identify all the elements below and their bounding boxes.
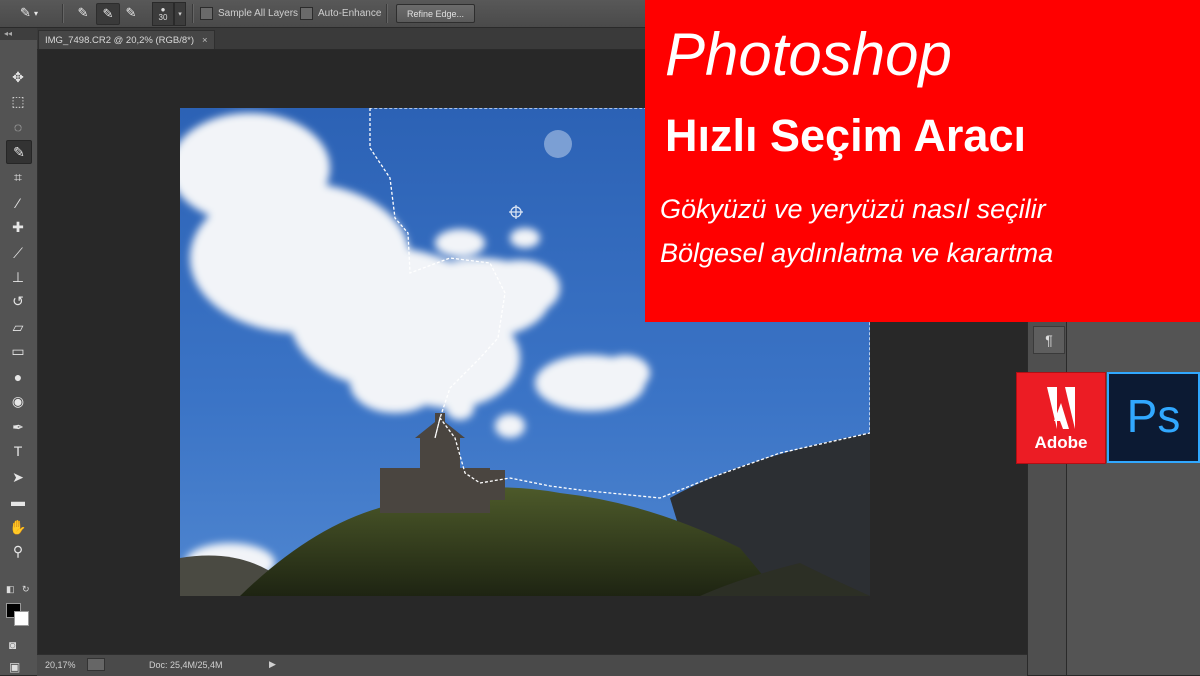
auto-enhance-label: Auto-Enhance [318,7,382,19]
document-tab-title: IMG_7498.CR2 @ 20,2% (RGB/8*) [45,34,195,46]
chevron-down-icon: ▾ [33,8,38,18]
sample-all-layers-checkbox[interactable] [200,6,213,20]
healing-brush-tool[interactable]: ✚ [6,216,30,238]
quick-selection-tool[interactable]: ✎ [6,140,32,164]
type-tool[interactable]: T [6,440,30,462]
lasso-icon: ◌ [13,119,23,135]
shape-tool[interactable]: ▬ [6,490,30,512]
banner-subtitle-line2: Bölgesel aydınlatma ve karartma [660,238,1054,268]
eraser-tool[interactable]: ▱ [6,316,30,338]
healing-brush-icon: ✚ [12,218,24,235]
quick-selection-icon: ✎ [13,143,25,160]
add-to-selection-icon: ✎ [102,6,114,21]
status-bar: 20,17% Doc: 25,4M/25,4M ▶ [37,654,1027,676]
add-to-selection-button[interactable]: ✎ [96,3,120,25]
gradient-icon: ▭ [11,342,25,359]
banner-title-line2: Hızlı Seçim Aracı [665,110,1026,161]
brush-size-picker[interactable]: ● 30 [152,2,174,26]
move-tool[interactable]: ✥ [6,66,30,88]
lasso-tool[interactable]: ◌ [6,116,30,138]
pen-tool[interactable]: ✒ [6,416,30,438]
subtract-from-selection-icon: ✎ [125,5,137,20]
title-banner: Photoshop Hızlı Seçim Aracı Gökyüzü ve y… [645,0,1200,322]
chevron-down-icon: ▾ [178,11,182,18]
pen-icon: ✒ [12,418,24,435]
hand-icon: ✋ [9,518,27,535]
sample-all-layers-option[interactable]: Sample All Layers [200,3,298,23]
brush-tool[interactable]: ⟋ [6,242,30,264]
paragraph-panel-button[interactable]: ¶ [1033,326,1065,354]
document-tab[interactable]: IMG_7498.CR2 @ 20,2% (RGB/8*) × [38,30,215,49]
adobe-a-icon [1047,387,1075,429]
shape-icon: ▬ [11,493,25,509]
refine-edge-button[interactable]: Refine Edge... [396,4,476,23]
auto-enhance-checkbox[interactable] [300,6,313,20]
screen-mode-icon[interactable]: ▣ [9,660,20,674]
path-selection-tool[interactable]: ➤ [6,466,30,488]
brush-icon: ⟋ [13,244,23,261]
eyedropper-icon: ⁄ [16,195,20,211]
sample-all-layers-label: Sample All Layers [218,7,299,19]
auto-enhance-option[interactable]: Auto-Enhance [300,3,381,23]
blur-icon: ● [13,369,23,385]
clone-stamp-icon: ⊥ [11,268,25,285]
adobe-logo-label: Adobe [1034,433,1088,452]
path-selection-icon: ➤ [12,468,24,485]
close-icon[interactable]: × [202,35,208,46]
subtract-from-selection-button[interactable]: ✎ [120,3,142,23]
history-brush-tool[interactable]: ↺ [6,290,30,312]
zoom-level[interactable]: 20,17% [45,660,76,670]
ps-logo-label: Ps [1126,390,1181,442]
tools-panel: ◂◂ ✥ ⬚ ◌ ✎ ⌗ ⁄ ✚ ⟋ ⊥ ↺ ▱ ▭ ● ◉ ✒ T ➤ ▬ ✋ ⚲ ◧ ↻ ◙ ▣ [0,28,38,675]
background-color-swatch[interactable] [14,611,29,626]
photoshop-logo: Ps [1107,372,1200,463]
crop-tool[interactable]: ⌗ [6,166,30,188]
new-selection-icon: ✎ [77,5,89,20]
new-selection-button[interactable]: ✎ [72,3,94,23]
gradient-tool[interactable]: ▭ [6,340,30,362]
eraser-icon: ▱ [12,318,24,335]
paragraph-icon: ¶ [1045,332,1053,348]
tool-preset-picker[interactable]: ✎ ▾ [18,3,40,23]
dodge-icon: ◉ [11,392,25,409]
quick-mask-icon[interactable]: ◙ [9,638,16,652]
swap-colors-icon[interactable]: ↻ [22,584,30,595]
brush-size-value: 30 [158,13,168,22]
adobe-logo: Adobe [1016,372,1106,464]
marquee-tool[interactable]: ⬚ [6,90,30,112]
lens-spot [544,130,572,158]
brush-size-dropdown[interactable]: ▾ [174,2,186,26]
status-menu-arrow-icon[interactable]: ▶ [269,659,276,670]
default-colors-icon[interactable]: ◧ [6,584,15,595]
banner-title-line1: Photoshop [665,21,952,88]
dodge-tool[interactable]: ◉ [6,390,30,412]
export-icon[interactable] [87,658,105,671]
hand-tool[interactable]: ✋ [6,516,30,538]
type-icon: T [13,443,23,459]
banner-subtitle-line1: Gökyüzü ve yeryüzü nasıl seçilir [660,194,1046,224]
crop-icon: ⌗ [14,168,22,185]
zoom-tool[interactable]: ⚲ [6,540,30,562]
quick-selection-preset-icon: ✎ [20,5,31,20]
blur-tool[interactable]: ● [6,366,30,388]
eyedropper-tool[interactable]: ⁄ [6,192,30,214]
move-icon: ✥ [12,68,24,85]
clone-stamp-tool[interactable]: ⊥ [6,266,30,288]
toolbar-grip[interactable]: ◂◂ [0,28,37,40]
marquee-icon: ⬚ [11,92,25,109]
zoom-icon: ⚲ [12,542,24,559]
document-info: Doc: 25,4M/25,4M [149,660,223,670]
history-brush-icon: ↺ [12,292,24,309]
